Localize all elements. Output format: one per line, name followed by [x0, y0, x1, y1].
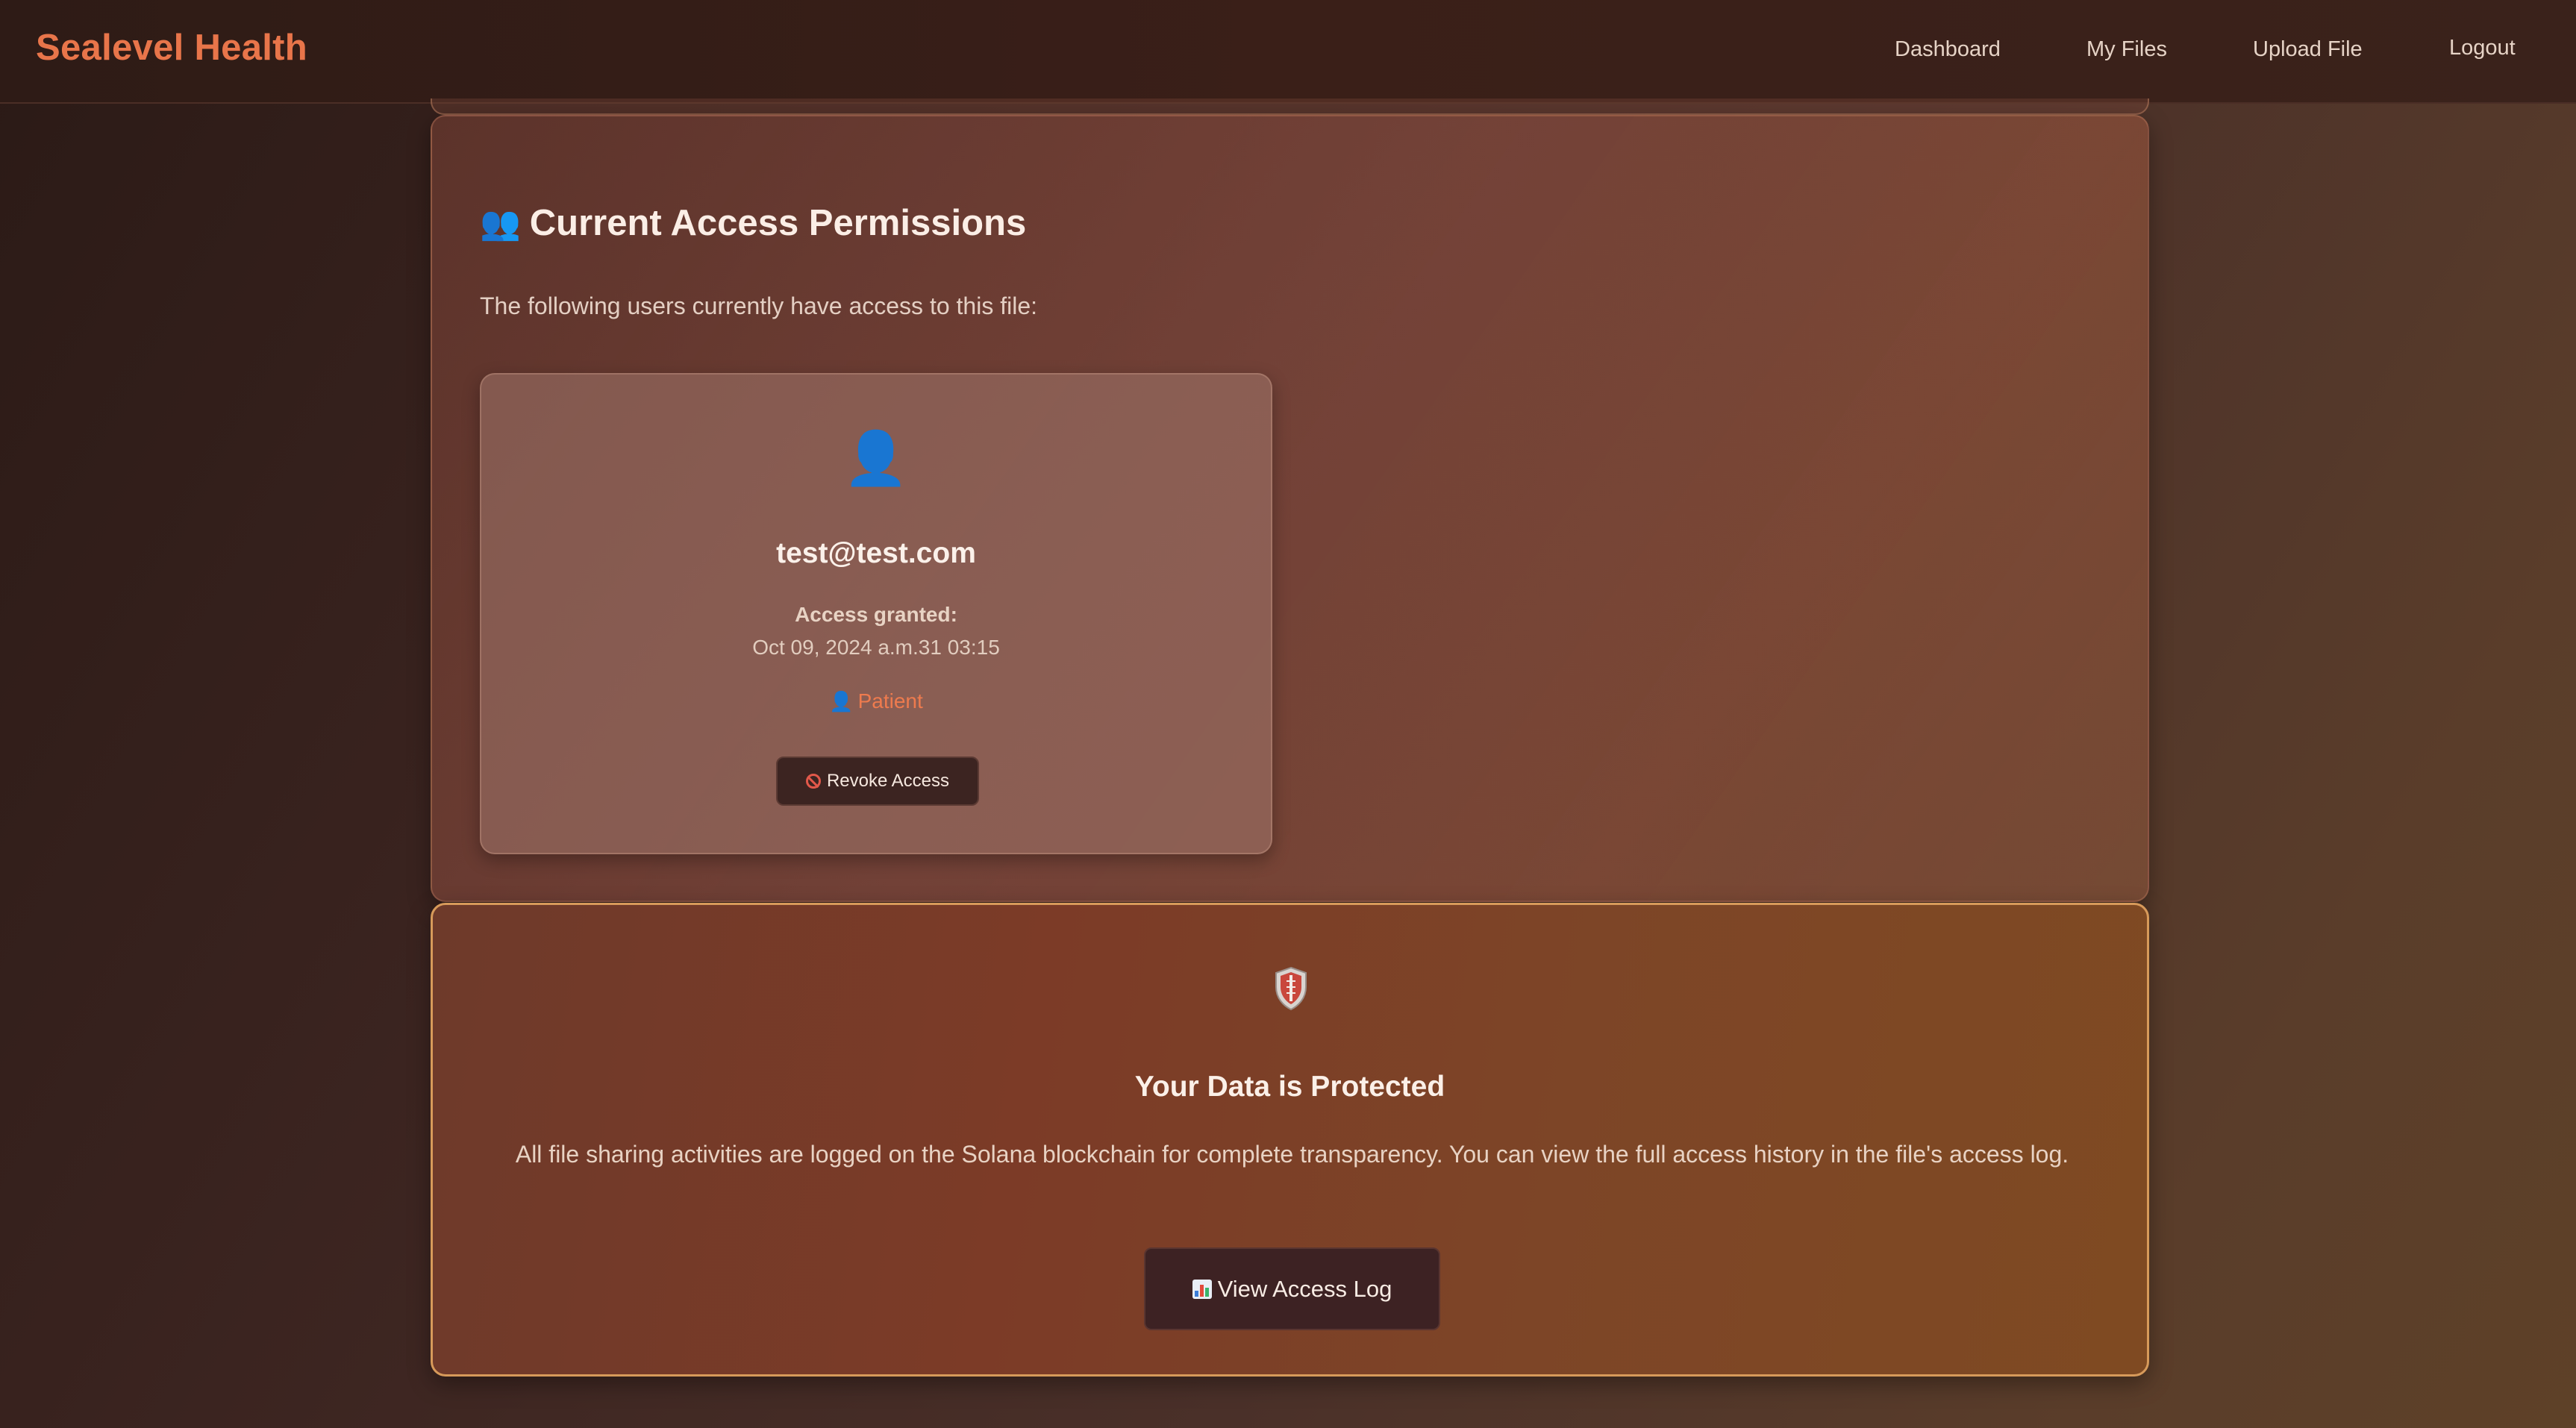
- user-access-card: 👤 test@test.com Access granted: Oct 09, …: [480, 373, 1272, 854]
- previous-card-edge: [431, 98, 2149, 115]
- nav-logout[interactable]: Logout: [2449, 36, 2516, 60]
- permissions-title: 👥 Current Access Permissions: [480, 202, 1026, 244]
- nav-dashboard[interactable]: Dashboard: [1895, 37, 2001, 62]
- role-badge: 👤 Patient: [481, 689, 1271, 713]
- protection-description: All file sharing activities are logged o…: [515, 1141, 2069, 1168]
- user-silhouette-icon: 👤: [829, 690, 854, 713]
- protection-title: Your Data is Protected: [1134, 1071, 1445, 1103]
- access-granted-date: Oct 09, 2024 a.m.31 03:15: [752, 636, 1000, 659]
- data-protected-card: Your Data is Protected All file sharing …: [431, 903, 2149, 1377]
- view-access-log-button[interactable]: View Access Log: [1144, 1247, 1440, 1330]
- revoke-access-button[interactable]: Revoke Access: [776, 757, 979, 806]
- view-access-log-label: View Access Log: [1217, 1275, 1392, 1302]
- access-permissions-card: 👥 Current Access Permissions The followi…: [431, 115, 2149, 902]
- user-email: test@test.com: [776, 537, 976, 569]
- access-granted-label: Access granted:: [795, 603, 957, 626]
- revoke-access-label: Revoke Access: [826, 771, 950, 791]
- prohibited-icon: [805, 774, 821, 789]
- top-navbar: Sealevel Health Dashboard My Files Uploa…: [0, 0, 2576, 104]
- people-icon: 👥: [480, 205, 521, 242]
- user-silhouette-icon: 👤: [843, 429, 909, 487]
- bar-chart-icon: [1192, 1279, 1212, 1299]
- nav-my-files[interactable]: My Files: [2086, 37, 2167, 62]
- nav-upload-file[interactable]: Upload File: [2253, 37, 2363, 62]
- brand-logo[interactable]: Sealevel Health: [36, 27, 307, 69]
- permissions-title-text: Current Access Permissions: [529, 203, 1027, 243]
- role-label: Patient: [857, 689, 923, 713]
- permissions-description: The following users currently have acces…: [480, 292, 1037, 319]
- shield-icon: [1275, 966, 1307, 1011]
